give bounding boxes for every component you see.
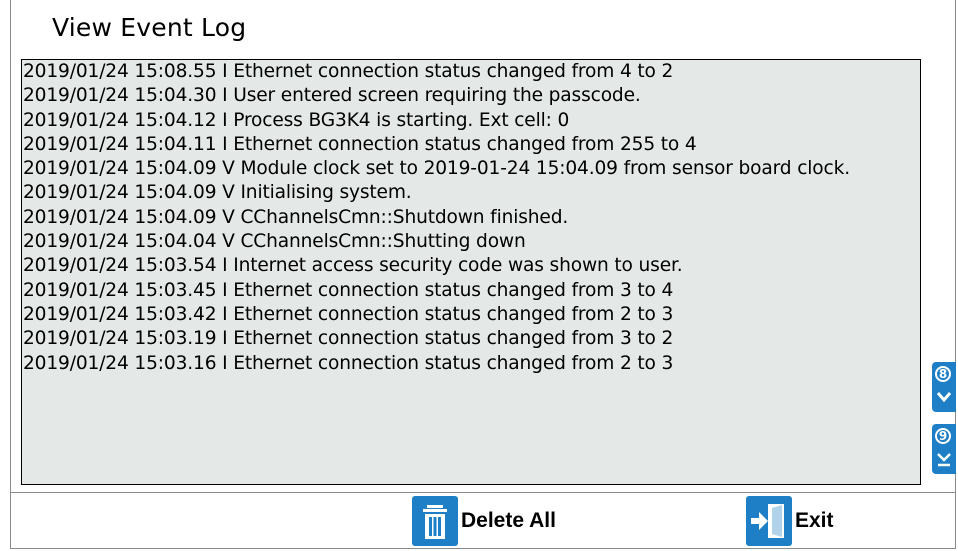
- double-chevron-down-icon: [937, 453, 951, 467]
- log-entry: 2019/01/24 15:04.30 I User entered scree…: [23, 85, 641, 107]
- exit-label: Exit: [795, 509, 834, 532]
- log-entry: 2019/01/24 15:03.42 I Ethernet connectio…: [23, 303, 674, 325]
- trash-icon: [412, 496, 458, 546]
- delete-all-label: Delete All: [461, 509, 556, 532]
- log-entry: 2019/01/24 15:04.09 V Module clock set t…: [23, 158, 850, 180]
- key-9-badge: 9: [935, 428, 951, 444]
- log-entry: 2019/01/24 15:04.04 V CChannelsCmn::Shut…: [23, 231, 526, 253]
- page-title: View Event Log: [52, 13, 247, 42]
- chevron-down-icon: [936, 392, 952, 403]
- event-log-panel[interactable]: 2019/01/24 15:08.55 I Ethernet connectio…: [21, 59, 921, 485]
- exit-button[interactable]: Exit: [746, 496, 834, 546]
- log-entry: 2019/01/24 15:03.16 I Ethernet connectio…: [23, 352, 674, 374]
- log-entry: 2019/01/24 15:04.12 I Process BG3K4 is s…: [23, 109, 570, 131]
- log-entry: 2019/01/24 15:03.45 I Ethernet connectio…: [23, 279, 674, 301]
- log-entry: 2019/01/24 15:04.09 V Initialising syste…: [23, 182, 412, 204]
- log-entry: 2019/01/24 15:03.19 I Ethernet connectio…: [23, 328, 674, 350]
- scroll-to-end-button[interactable]: 9: [932, 424, 956, 474]
- exit-door-icon: [746, 496, 792, 546]
- log-entry: 2019/01/24 15:08.55 I Ethernet connectio…: [23, 61, 674, 82]
- event-log-list: 2019/01/24 15:08.55 I Ethernet connectio…: [22, 60, 920, 376]
- delete-all-button[interactable]: Delete All: [412, 496, 556, 546]
- log-entry: 2019/01/24 15:04.09 V CChannelsCmn::Shut…: [23, 206, 569, 228]
- log-entry: 2019/01/24 15:03.54 I Internet access se…: [23, 255, 683, 277]
- footer-divider: [10, 492, 956, 493]
- log-entry: 2019/01/24 15:04.11 I Ethernet connectio…: [23, 133, 697, 155]
- scroll-down-button[interactable]: 8: [932, 362, 956, 412]
- key-8-badge: 8: [935, 366, 951, 382]
